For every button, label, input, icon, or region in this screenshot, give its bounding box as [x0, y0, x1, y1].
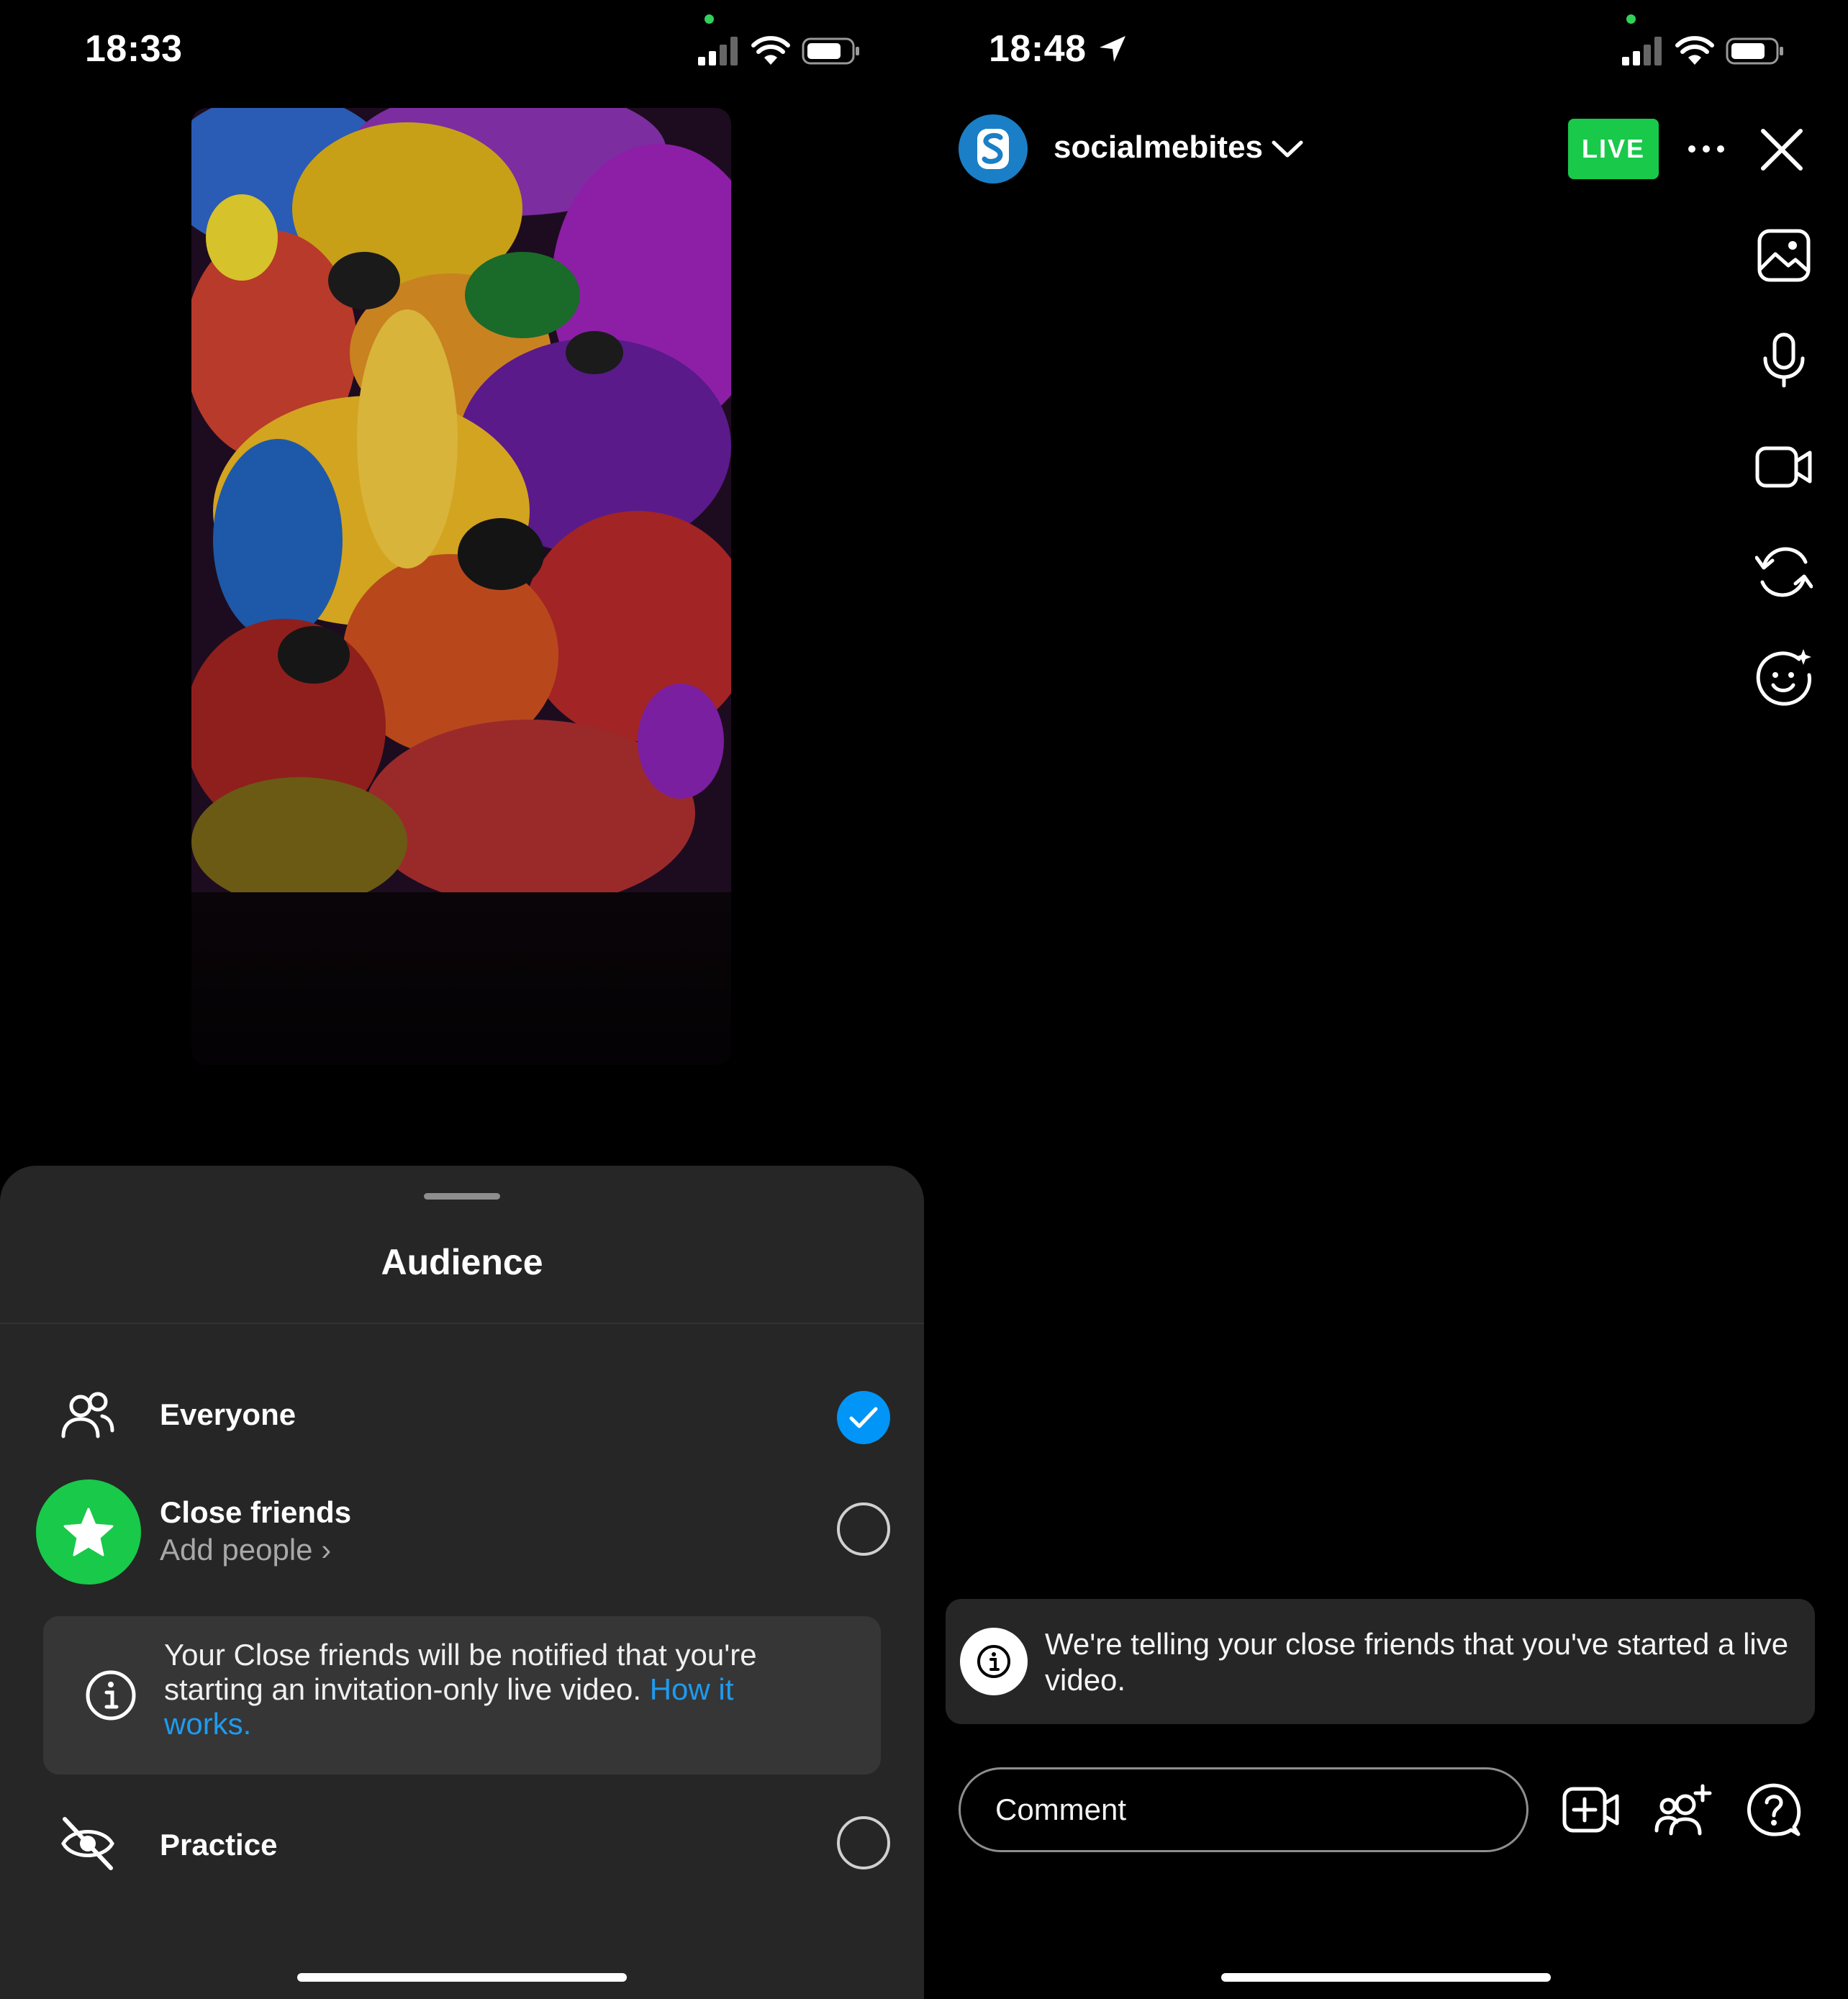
- privacy-indicator-dot: [1626, 14, 1636, 24]
- home-indicator: [1221, 1973, 1551, 1982]
- divider: [0, 1323, 924, 1324]
- effects-icon: [1756, 649, 1812, 706]
- radio-unselected[interactable]: [837, 1502, 890, 1556]
- right-screen: 18:48 socialmebites LIVE We're telling y…: [924, 0, 1848, 1999]
- wifi-icon: [1675, 36, 1714, 65]
- sheet-title: Audience: [381, 1242, 543, 1282]
- chevron-down-icon: [1272, 140, 1303, 158]
- question-icon: [1747, 1783, 1801, 1836]
- signal-icon: [698, 37, 738, 65]
- flip-camera-icon: [1755, 547, 1813, 597]
- status-time: 18:48: [989, 28, 1087, 70]
- invite-people-icon: [1654, 1784, 1712, 1836]
- video-camera-button[interactable]: [1752, 435, 1816, 499]
- profile-logo-icon: [977, 129, 1009, 169]
- toast-text: We're telling your close friends that yo…: [1045, 1627, 1789, 1697]
- left-screen: 18:33 Audience Everyone Close friends Ad…: [0, 0, 924, 1999]
- audience-sheet: Audience Everyone Close friends Add peop…: [0, 1166, 924, 1999]
- info-badge: [960, 1628, 1028, 1695]
- questions-button[interactable]: [1741, 1777, 1806, 1842]
- close-friends-notice: Your Close friends will be notified that…: [43, 1616, 881, 1774]
- notice-text: Your Close friends will be notified that…: [164, 1638, 812, 1741]
- close-friends-badge: [36, 1479, 141, 1585]
- video-camera-icon: [1755, 446, 1812, 488]
- home-indicator: [297, 1973, 627, 1982]
- battery-icon: [1726, 37, 1783, 65]
- privacy-indicator-dot: [705, 14, 714, 24]
- people-icon: [61, 1392, 114, 1438]
- effects-button[interactable]: [1752, 645, 1816, 710]
- username: socialmebites: [1054, 130, 1264, 165]
- flip-camera-button[interactable]: [1752, 540, 1816, 604]
- radio-selected[interactable]: [837, 1391, 890, 1444]
- eye-off-icon: [61, 1817, 114, 1870]
- option-label: Practice: [160, 1828, 278, 1862]
- signal-icon: [1622, 37, 1662, 65]
- comment-input[interactable]: [959, 1767, 1528, 1852]
- more-options-icon[interactable]: [1688, 141, 1725, 157]
- add-guest-video-button[interactable]: [1559, 1777, 1623, 1842]
- add-people-link[interactable]: Add people ›: [160, 1533, 331, 1567]
- audience-option-close-friends[interactable]: Close friends Add people ›: [0, 1479, 924, 1587]
- option-label: Close friends: [160, 1495, 352, 1529]
- microphone-icon: [1763, 332, 1805, 388]
- option-label: Everyone: [160, 1397, 296, 1431]
- close-icon[interactable]: [1759, 127, 1805, 173]
- star-icon: [63, 1508, 114, 1556]
- sheet-grabber[interactable]: [424, 1193, 500, 1200]
- add-guest-video-icon: [1562, 1787, 1619, 1833]
- checkmark-icon: [849, 1407, 878, 1428]
- invite-people-button[interactable]: [1651, 1777, 1716, 1842]
- microphone-button[interactable]: [1752, 328, 1816, 393]
- status-time: 18:33: [85, 28, 183, 70]
- status-icons: [698, 36, 861, 66]
- live-badge: LIVE: [1568, 119, 1659, 179]
- audience-option-everyone[interactable]: Everyone: [0, 1374, 924, 1461]
- gallery-icon: [1757, 229, 1811, 282]
- status-icons: [1622, 36, 1785, 66]
- info-icon: [977, 1645, 1010, 1678]
- close-friends-toast: We're telling your close friends that yo…: [946, 1599, 1815, 1724]
- audience-option-practice-row[interactable]: Practice: [0, 1800, 924, 1887]
- battery-icon: [802, 37, 859, 65]
- radio-unselected[interactable]: [837, 1816, 890, 1869]
- avatar[interactable]: [959, 114, 1028, 183]
- wifi-icon: [751, 36, 790, 65]
- account-switcher[interactable]: socialmebites: [1054, 122, 1313, 173]
- info-icon: [86, 1670, 136, 1721]
- location-arrow-icon: [1100, 36, 1125, 62]
- gallery-button[interactable]: [1752, 223, 1816, 288]
- live-preview-image: [191, 108, 731, 892]
- preview-bottom-fade: [191, 892, 731, 1065]
